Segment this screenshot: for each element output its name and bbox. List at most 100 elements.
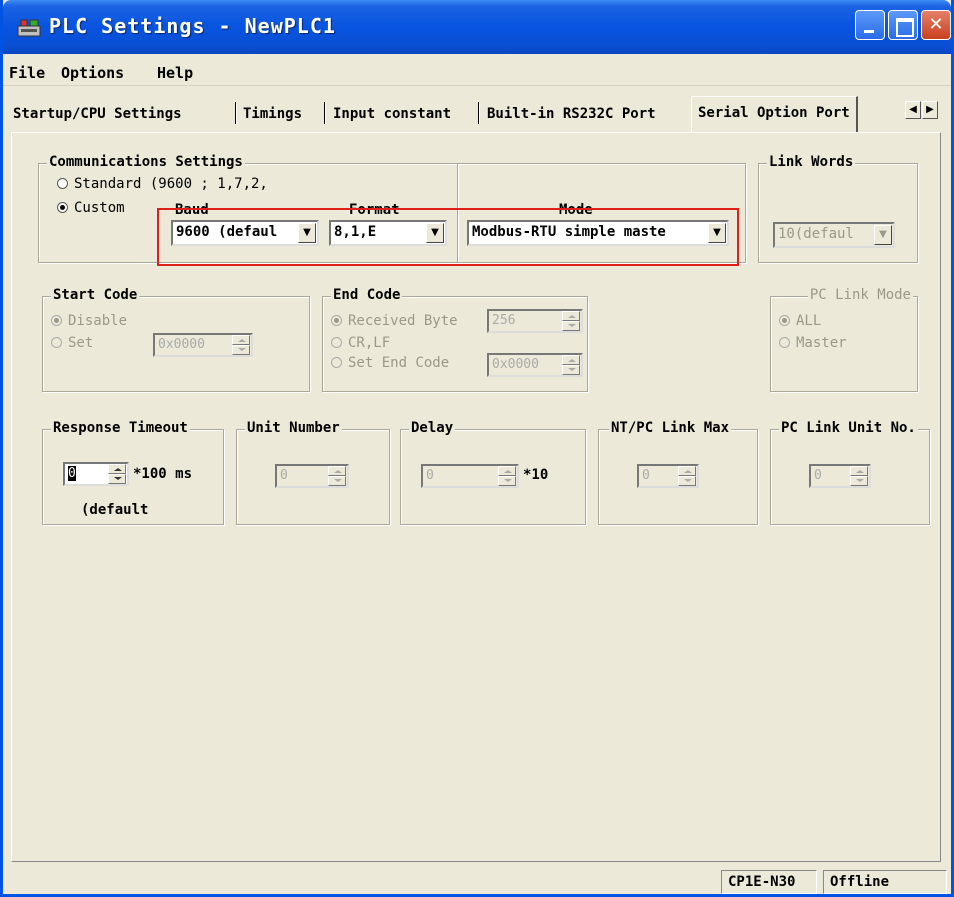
start-code-spinner[interactable]: 0x0000 (153, 333, 253, 357)
spinner-buttons[interactable] (562, 355, 580, 375)
group-label: PC Link Unit No. (779, 420, 918, 436)
spinner-buttons[interactable] (562, 311, 580, 331)
radio-link-master[interactable]: Master (779, 335, 847, 351)
tab-builtin-rs232c[interactable]: Built-in RS232C Port (487, 100, 656, 130)
radio-dot (331, 336, 342, 348)
radio-label: Set End Code (348, 355, 450, 371)
set-end-code-value: 0x0000 (492, 357, 539, 372)
group-label: Communications Settings (47, 154, 245, 170)
chevron-down-icon[interactable]: ▼ (874, 225, 892, 245)
nt-pc-link-max-group: NT/PC Link Max 0 (598, 420, 758, 525)
maximize-icon (889, 11, 917, 39)
spin-down-icon[interactable] (850, 476, 868, 486)
response-timeout-group: Response Timeout 0 *100 ms (default (42, 420, 224, 525)
group-label: Delay (409, 420, 456, 436)
response-timeout-unit: *100 ms (133, 466, 193, 482)
nt-pc-link-max-value: 0 (642, 468, 650, 483)
spin-up-icon[interactable] (328, 466, 346, 476)
unit-number-spinner[interactable]: 0 (275, 464, 349, 488)
menu-help[interactable]: Help (157, 64, 193, 82)
maximize-button[interactable] (888, 10, 918, 40)
radio-label: ALL (796, 313, 822, 329)
start-code-group: Start Code Disable Set 0x0000 (42, 287, 310, 392)
spin-up-icon[interactable] (232, 335, 250, 345)
set-end-code-spinner[interactable]: 0x0000 (487, 353, 583, 377)
spin-down-icon[interactable] (562, 321, 580, 331)
tab-scroll-left-button[interactable]: ◀ (905, 101, 921, 119)
delay-unit: *10 (523, 467, 549, 483)
delay-spinner[interactable]: 0 (421, 464, 519, 488)
spin-up-icon[interactable] (562, 355, 580, 365)
nt-pc-link-max-spinner[interactable]: 0 (637, 464, 699, 488)
tab-serial-option-port[interactable]: Serial Option Port (691, 96, 858, 132)
spinner-buttons[interactable] (232, 335, 250, 355)
close-button[interactable]: ✕ (921, 10, 951, 40)
spin-down-icon[interactable] (232, 345, 250, 355)
tab-scroll-right-button[interactable]: ▶ (922, 101, 938, 119)
spin-down-icon[interactable] (498, 476, 516, 486)
spin-down-icon[interactable] (108, 474, 126, 484)
pc-link-unit-no-group: PC Link Unit No. 0 (770, 420, 930, 525)
radio-cr-lf[interactable]: CR,LF (331, 335, 390, 351)
spin-up-icon[interactable] (108, 464, 126, 474)
unit-number-value: 0 (280, 468, 288, 483)
title-bar[interactable]: PLC Settings - NewPLC1 ✕ (3, 0, 951, 54)
delay-group: Delay 0 *10 (400, 420, 586, 525)
window-title: PLC Settings - NewPLC1 (49, 14, 336, 38)
menu-file[interactable]: File (9, 64, 45, 82)
radio-dot (51, 336, 62, 348)
radio-received-byte[interactable]: Received Byte (331, 313, 458, 329)
group-label: Start Code (51, 287, 140, 303)
menu-options[interactable]: Options (61, 64, 124, 82)
spinner-buttons[interactable] (108, 464, 126, 484)
spin-up-icon[interactable] (678, 466, 696, 476)
radio-set-end-code[interactable]: Set End Code (331, 355, 449, 371)
received-byte-spinner[interactable]: 256 (487, 309, 583, 333)
spin-up-icon[interactable] (562, 311, 580, 321)
spinner-buttons[interactable] (328, 466, 346, 486)
serial-option-port-panel: Communications Settings Standard (9600 ;… (11, 132, 941, 862)
link-words-group: Link Words 10(defaul ▼ (758, 154, 918, 263)
tab-startup-cpu[interactable]: Startup/CPU Settings (13, 100, 182, 130)
radio-label: Master (796, 335, 847, 351)
spinner-buttons[interactable] (678, 466, 696, 486)
plc-app-icon (17, 19, 41, 37)
radio-label: Set (68, 335, 94, 351)
spin-down-icon[interactable] (562, 365, 580, 375)
radio-dot (51, 314, 62, 326)
group-label: Response Timeout (51, 420, 190, 436)
response-timeout-note: (default (81, 502, 149, 518)
spin-down-icon[interactable] (328, 476, 346, 486)
radio-label: Received Byte (348, 313, 458, 329)
radio-start-disable[interactable]: Disable (51, 313, 127, 329)
tab-input-constant[interactable]: Input constant (333, 100, 451, 130)
spinner-buttons[interactable] (498, 466, 516, 486)
radio-standard[interactable]: Standard (9600 ; 1,7,2, (57, 176, 268, 192)
spin-down-icon[interactable] (678, 476, 696, 486)
radio-link-all[interactable]: ALL (779, 313, 821, 329)
radio-label: Standard (9600 ; 1,7,2, (74, 176, 268, 192)
radio-custom[interactable]: Custom (57, 200, 125, 216)
group-label: Link Words (767, 154, 856, 170)
radio-label: CR,LF (348, 335, 391, 351)
arrow-right-icon: ▶ (926, 104, 934, 115)
minimize-button[interactable] (855, 10, 885, 40)
pc-link-unit-no-spinner[interactable]: 0 (809, 464, 871, 488)
spin-up-icon[interactable] (498, 466, 516, 476)
pc-link-unit-no-value: 0 (814, 468, 822, 483)
status-model: CP1E-N30 (721, 870, 817, 894)
unit-number-group: Unit Number 0 (236, 420, 390, 525)
response-timeout-value: 0 (68, 466, 76, 481)
spin-up-icon[interactable] (850, 466, 868, 476)
spinner-buttons[interactable] (850, 466, 868, 486)
delay-value: 0 (426, 468, 434, 483)
response-timeout-spinner[interactable]: 0 (63, 462, 129, 486)
link-words-select[interactable]: 10(defaul ▼ (773, 222, 895, 248)
radio-start-set[interactable]: Set (51, 335, 93, 351)
end-code-group: End Code Received Byte CR,LF Set End Cod… (322, 287, 588, 392)
tab-strip: Startup/CPU Settings Timings Input const… (3, 96, 951, 132)
link-words-value: 10(defaul (778, 226, 854, 242)
radio-dot (331, 314, 342, 326)
radio-label: Disable (68, 313, 128, 329)
tab-timings[interactable]: Timings (243, 100, 302, 130)
